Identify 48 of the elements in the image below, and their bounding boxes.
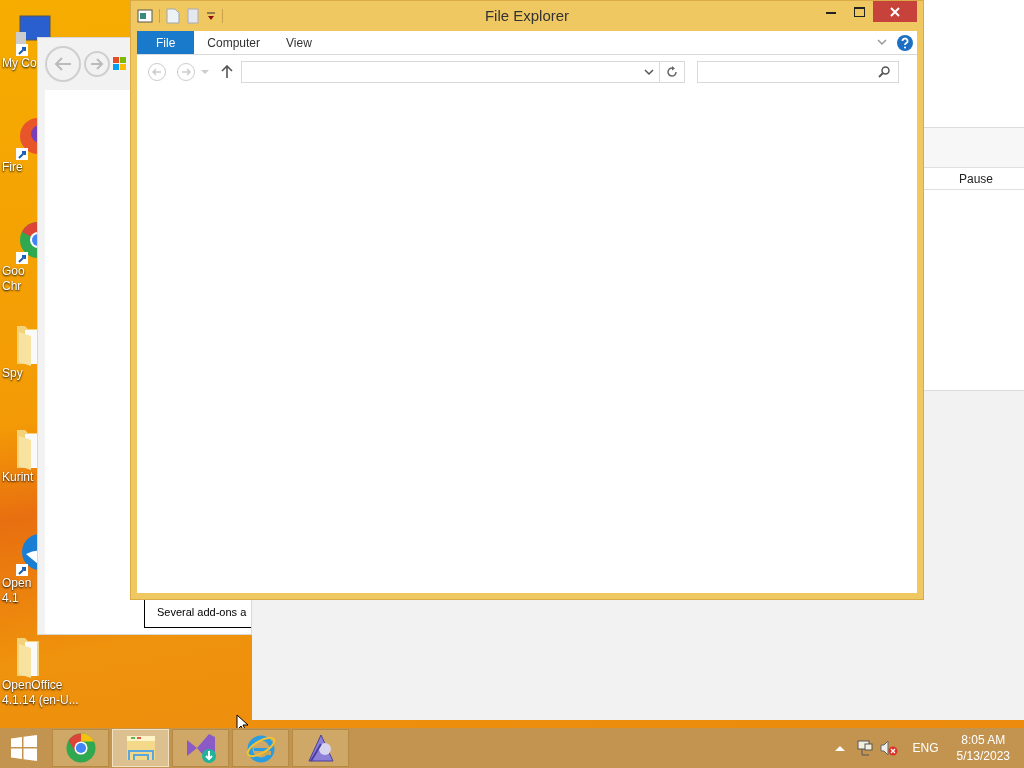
windows-logo-icon — [11, 735, 37, 761]
properties-icon[interactable] — [137, 9, 153, 23]
ribbon-tab[interactable]: File — [137, 31, 195, 54]
desktop-icon-label[interactable]: Goo — [2, 264, 25, 279]
ribbon-tab[interactable]: View — [273, 31, 325, 54]
desktop-icon-label[interactable]: Chr — [2, 279, 22, 294]
refresh-icon[interactable] — [666, 66, 678, 78]
forward-arrow-icon — [90, 58, 104, 70]
search-icon — [878, 66, 890, 78]
back-button[interactable] — [45, 46, 81, 82]
column-header[interactable]: Pause — [958, 169, 993, 188]
network-icon[interactable] — [856, 740, 873, 756]
desktop-icon-label[interactable]: Spy — [2, 366, 23, 381]
minimize-icon — [826, 10, 836, 14]
language-indicator[interactable]: ENG — [912, 739, 939, 757]
desktop-icon-label[interactable]: OpenOffice — [2, 678, 63, 693]
close-icon — [890, 6, 900, 17]
ribbon-tab[interactable]: Computer — [194, 31, 274, 54]
back-icon[interactable] — [147, 62, 167, 82]
forward-icon[interactable] — [176, 62, 196, 82]
dropdown-icon[interactable] — [644, 68, 654, 76]
windows-logo-icon — [113, 57, 127, 71]
search-field[interactable] — [697, 61, 899, 83]
recent-caret-icon[interactable] — [201, 69, 209, 75]
desktop-icon-label[interactable]: 4.1.14 (en-U... — [2, 693, 79, 708]
document-icon[interactable] — [166, 8, 180, 24]
back-arrow-icon — [53, 56, 73, 72]
window-title: File Explorer — [483, 5, 571, 26]
forward-button[interactable] — [84, 51, 110, 77]
volume-muted-icon[interactable] — [879, 740, 898, 756]
taskbar-button[interactable] — [292, 729, 349, 767]
dropdown-caret-icon[interactable] — [206, 11, 216, 21]
clock[interactable]: 8:05 AM 5/13/2023 — [956, 732, 1010, 764]
desktop-icon-label[interactable]: My Co — [2, 56, 37, 71]
help-icon[interactable] — [897, 34, 913, 51]
desktop-icon-label[interactable]: Open — [2, 576, 32, 591]
show-hidden-icons-icon[interactable] — [834, 745, 845, 751]
chrome-icon — [64, 732, 97, 764]
notification-text: Several add-ons a — [157, 604, 247, 620]
desktop-icon-label[interactable]: Fire — [2, 160, 23, 175]
desktop-icon-label[interactable]: 4.1 — [2, 591, 19, 606]
close-button[interactable] — [873, 1, 917, 22]
chevron-down-icon[interactable] — [877, 39, 887, 46]
taskbar-button[interactable] — [52, 729, 109, 767]
up-arrow-icon[interactable] — [221, 65, 233, 79]
desktop-icon-label[interactable]: Kurint — [2, 470, 34, 485]
taskbar-button[interactable] — [172, 729, 229, 767]
maximize-icon — [853, 7, 865, 17]
